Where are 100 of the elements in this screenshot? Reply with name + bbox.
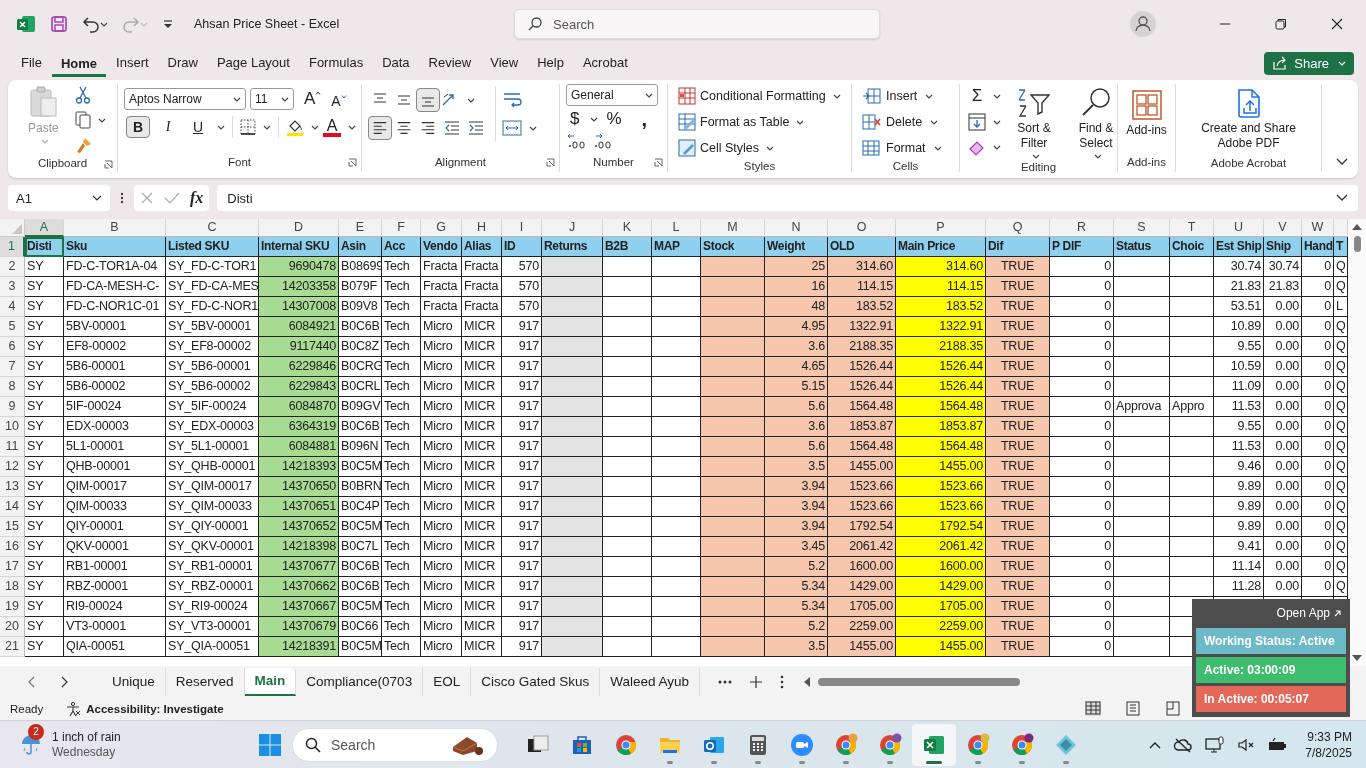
scissors-icon[interactable] [74, 86, 91, 104]
column-letter[interactable]: M [701, 219, 765, 237]
cells-menu-button[interactable]: Insert [862, 84, 934, 108]
chrome-icon[interactable] [614, 732, 638, 757]
sheet-tab[interactable]: Reserved [165, 667, 245, 696]
sheet-tab[interactable]: EOL [423, 667, 472, 696]
row-number[interactable]: 7 [0, 357, 25, 377]
font-size-field[interactable]: 11 [250, 88, 294, 110]
check-icon[interactable] [164, 191, 180, 205]
excel-logo-icon[interactable] [16, 14, 36, 34]
menu-tab[interactable]: View [481, 48, 528, 78]
avatar-icon[interactable] [1130, 11, 1156, 37]
menu-tab[interactable]: File [12, 48, 51, 78]
style-menu-button[interactable]: Conditional Formatting [678, 84, 841, 108]
network-icon[interactable] [1205, 735, 1226, 754]
row-number[interactable]: 13 [0, 477, 25, 497]
restore-icon[interactable] [1275, 18, 1287, 30]
cells-menu-button[interactable]: Delete [862, 110, 939, 134]
scroll-up-icon[interactable] [1352, 223, 1362, 230]
dialog-launcher-icon[interactable] [104, 160, 113, 169]
align-left-icon[interactable] [368, 116, 392, 140]
menu-tab[interactable]: Home [51, 49, 107, 77]
save-icon[interactable] [50, 15, 68, 33]
chevron-up-icon[interactable] [1149, 740, 1162, 749]
menu-tab[interactable]: Formulas [299, 48, 373, 78]
column-letter[interactable]: V [1264, 219, 1302, 237]
row-number[interactable]: 10 [0, 417, 25, 437]
fill-down-icon[interactable] [968, 113, 986, 131]
column-letter[interactable]: F [382, 219, 421, 237]
find-select-button[interactable]: Find & Select [1067, 84, 1125, 161]
row-number[interactable]: 21 [0, 637, 25, 657]
row-number[interactable]: 3 [0, 277, 25, 297]
row-number[interactable]: 20 [0, 617, 25, 637]
more-icon[interactable] [780, 674, 784, 689]
menu-tab[interactable]: Help [528, 48, 573, 78]
normal-view-icon[interactable] [1085, 701, 1101, 716]
borders-icon[interactable] [240, 119, 256, 135]
dialog-launcher-icon[interactable] [546, 158, 555, 167]
previous-sheet-icon[interactable] [28, 675, 36, 688]
cells-menu-button[interactable]: Format [862, 136, 942, 160]
style-menu-button[interactable]: Cell Styles [678, 136, 775, 160]
row-number[interactable]: 1 [0, 237, 25, 257]
column-letter[interactable]: P [896, 219, 986, 237]
formula-field[interactable]: Disti [217, 185, 1358, 211]
shrink-font-button[interactable]: A [331, 92, 347, 109]
insert-function-button[interactable]: fx [190, 189, 204, 207]
row-number[interactable]: 5 [0, 317, 25, 337]
scrollbar-thumb[interactable] [818, 677, 1020, 686]
column-letter[interactable]: O [828, 219, 896, 237]
currency-button[interactable]: $ [566, 109, 584, 129]
undo-icon[interactable] [82, 15, 108, 33]
column-letter[interactable]: E [339, 219, 382, 237]
accessibility-button[interactable]: Accessibility: Investigate [65, 700, 224, 717]
column-letter[interactable]: C [166, 219, 259, 237]
start-icon[interactable] [258, 732, 282, 757]
dialog-launcher-icon[interactable] [654, 158, 663, 167]
column-letter[interactable]: T [1170, 219, 1214, 237]
column-letter[interactable]: A [25, 219, 64, 237]
sheet-tab[interactable]: Compliance(0703 [296, 667, 424, 696]
collapse-ribbon-icon[interactable] [1336, 158, 1348, 166]
column-letter[interactable]: B [64, 219, 166, 237]
close-icon[interactable] [1331, 18, 1343, 30]
merge-cells-icon[interactable] [502, 120, 522, 136]
row-number[interactable]: 14 [0, 497, 25, 517]
sheet-tab[interactable]: Cisco Gated Skus [471, 667, 601, 696]
page-break-icon[interactable] [1165, 701, 1181, 716]
menu-tab[interactable]: Data [373, 48, 419, 78]
open-app-link[interactable]: Open App [1272, 603, 1346, 625]
column-letter[interactable]: K [603, 219, 652, 237]
expand-icon[interactable] [1336, 194, 1348, 202]
sheet-tab[interactable]: Waleed Ayub [600, 667, 700, 696]
more-tabs-icon[interactable] [718, 679, 732, 684]
column-letter[interactable]: G [421, 219, 462, 237]
copy-icon[interactable] [74, 111, 91, 129]
scrollbar-thumb[interactable] [1353, 236, 1361, 252]
number-format-field[interactable]: General [566, 84, 658, 106]
scroll-left-icon[interactable] [804, 676, 810, 687]
add-ins-button[interactable]: Add-ins [1124, 88, 1169, 140]
create-pdf-button[interactable]: Create and Share Adobe PDF [1182, 84, 1315, 153]
share-button[interactable]: Share [1264, 51, 1354, 75]
diamond-icon[interactable] [1054, 732, 1078, 757]
customize-icon[interactable] [162, 18, 174, 30]
row-number[interactable]: 17 [0, 557, 25, 577]
column-letter[interactable]: S [1114, 219, 1170, 237]
scroll-down-icon[interactable] [1352, 655, 1362, 662]
italic-button[interactable]: I [156, 116, 180, 138]
column-letter[interactable]: J [542, 219, 603, 237]
column-letter[interactable]: I [502, 219, 542, 237]
row-number[interactable]: 8 [0, 377, 25, 397]
chrome-icon[interactable] [878, 732, 902, 757]
dialog-launcher-icon[interactable] [348, 158, 357, 167]
video-call-icon[interactable] [790, 732, 814, 757]
style-menu-button[interactable]: Format as Table [678, 110, 805, 134]
brush-icon[interactable] [74, 136, 93, 154]
more-icon[interactable] [120, 191, 124, 205]
menu-tab[interactable]: Insert [107, 48, 158, 78]
row-number[interactable]: 9 [0, 397, 25, 417]
fill-color-icon[interactable] [286, 118, 304, 136]
row-number[interactable]: 2 [0, 257, 25, 277]
row-number[interactable]: 6 [0, 337, 25, 357]
